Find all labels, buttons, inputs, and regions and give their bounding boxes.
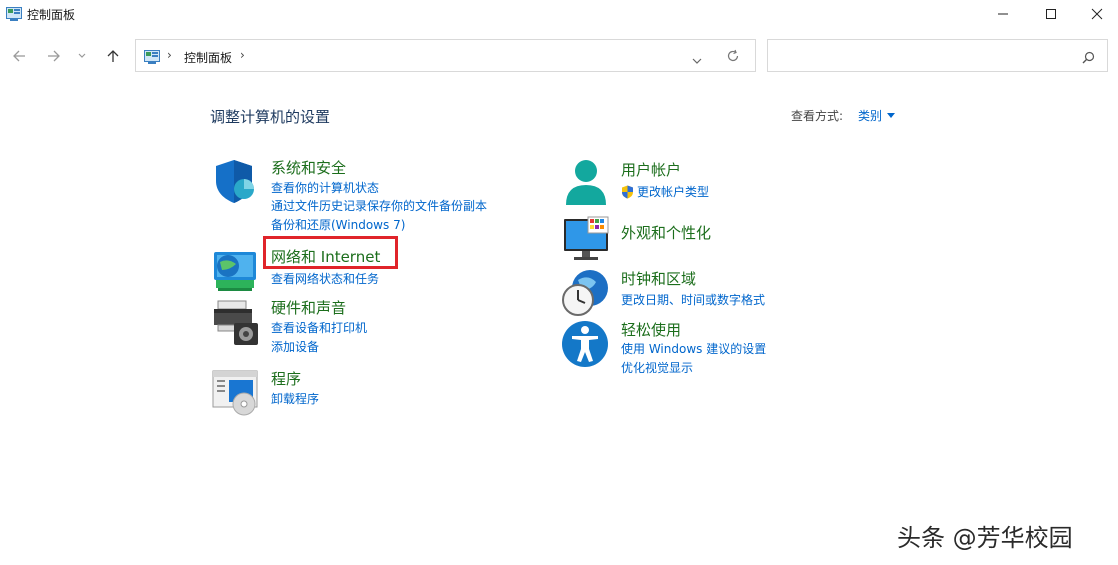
forward-button[interactable]	[43, 45, 65, 67]
back-button[interactable]	[8, 45, 30, 67]
clock-globe-icon[interactable]	[562, 268, 612, 318]
refresh-button[interactable]	[726, 48, 740, 67]
uac-shield-icon	[622, 185, 633, 198]
breadcrumb-separator[interactable]: ›	[240, 48, 245, 62]
link-uninstall-program[interactable]: 卸载程序	[271, 390, 319, 407]
search-box[interactable]	[767, 39, 1108, 72]
view-by-label: 查看方式:	[791, 109, 844, 123]
printer-speaker-icon[interactable]	[212, 297, 262, 347]
link-change-date-time-format[interactable]: 更改日期、时间或数字格式	[621, 291, 765, 308]
recent-locations-button[interactable]	[74, 45, 90, 67]
network-globe-icon[interactable]	[212, 246, 262, 296]
up-button[interactable]	[102, 45, 124, 67]
control-panel-icon	[6, 6, 22, 25]
control-panel-icon	[144, 49, 160, 68]
minimize-button[interactable]	[980, 0, 1026, 28]
chevron-down-icon	[78, 53, 86, 58]
page-title: 调整计算机的设置	[210, 108, 331, 126]
accessibility-icon[interactable]	[562, 319, 612, 369]
shield-icon[interactable]	[212, 157, 262, 207]
watermark-text: 头条 @芳华校园	[897, 524, 1073, 552]
search-icon[interactable]	[1082, 49, 1095, 68]
category-title-hardware-sound[interactable]: 硬件和声音	[271, 297, 346, 318]
link-backup-restore[interactable]: 备份和还原(Windows 7)	[271, 216, 405, 233]
breadcrumb-control-panel[interactable]: 控制面板	[184, 49, 232, 66]
address-dropdown-button[interactable]	[692, 50, 702, 69]
category-title-appearance-personalization[interactable]: 外观和个性化	[621, 222, 711, 243]
minimize-icon	[998, 13, 1008, 15]
category-title-user-accounts[interactable]: 用户帐户	[621, 159, 681, 180]
forward-arrow-icon	[48, 50, 60, 62]
monitor-palette-icon[interactable]	[562, 215, 612, 265]
user-icon[interactable]	[562, 159, 612, 209]
address-bar[interactable]: › 控制面板 ›	[135, 39, 756, 72]
chevron-down-icon	[692, 58, 702, 64]
link-file-history-backup[interactable]: 通过文件历史记录保存你的文件备份副本	[271, 197, 487, 214]
close-button[interactable]	[1074, 0, 1118, 28]
category-title-system-security[interactable]: 系统和安全	[271, 157, 346, 178]
highlight-annotation-box	[263, 236, 398, 269]
up-arrow-icon	[107, 50, 119, 62]
view-by-dropdown[interactable]: 类别	[858, 107, 896, 124]
link-devices-printers[interactable]: 查看设备和打印机	[271, 319, 367, 336]
search-input[interactable]	[774, 45, 1078, 67]
view-by-value[interactable]: 类别	[858, 107, 882, 124]
category-title-clock-region[interactable]: 时钟和区域	[621, 268, 696, 289]
link-optimize-visual-display[interactable]: 优化视觉显示	[621, 359, 693, 376]
dropdown-arrow-icon	[887, 113, 896, 118]
close-icon	[1091, 8, 1103, 20]
navigation-bar: › 控制面板 ›	[0, 36, 1118, 76]
category-title-programs[interactable]: 程序	[271, 368, 301, 389]
window-title: 控制面板	[27, 8, 76, 22]
programs-disc-icon[interactable]	[212, 368, 262, 418]
maximize-icon	[1046, 9, 1056, 19]
link-view-network-status[interactable]: 查看网络状态和任务	[271, 270, 379, 287]
link-change-account-type[interactable]: 更改帐户类型	[621, 183, 709, 200]
link-view-computer-status[interactable]: 查看你的计算机状态	[271, 179, 379, 196]
link-add-device[interactable]: 添加设备	[271, 338, 319, 355]
back-arrow-icon	[13, 50, 25, 62]
title-bar: 控制面板	[0, 0, 1118, 30]
refresh-icon	[727, 49, 739, 62]
link-windows-recommended-settings[interactable]: 使用 Windows 建议的设置	[621, 340, 766, 357]
category-title-ease-of-access[interactable]: 轻松使用	[621, 319, 681, 340]
link-change-account-type-label[interactable]: 更改帐户类型	[637, 183, 709, 200]
maximize-button[interactable]	[1028, 0, 1074, 28]
breadcrumb-separator[interactable]: ›	[167, 48, 172, 62]
